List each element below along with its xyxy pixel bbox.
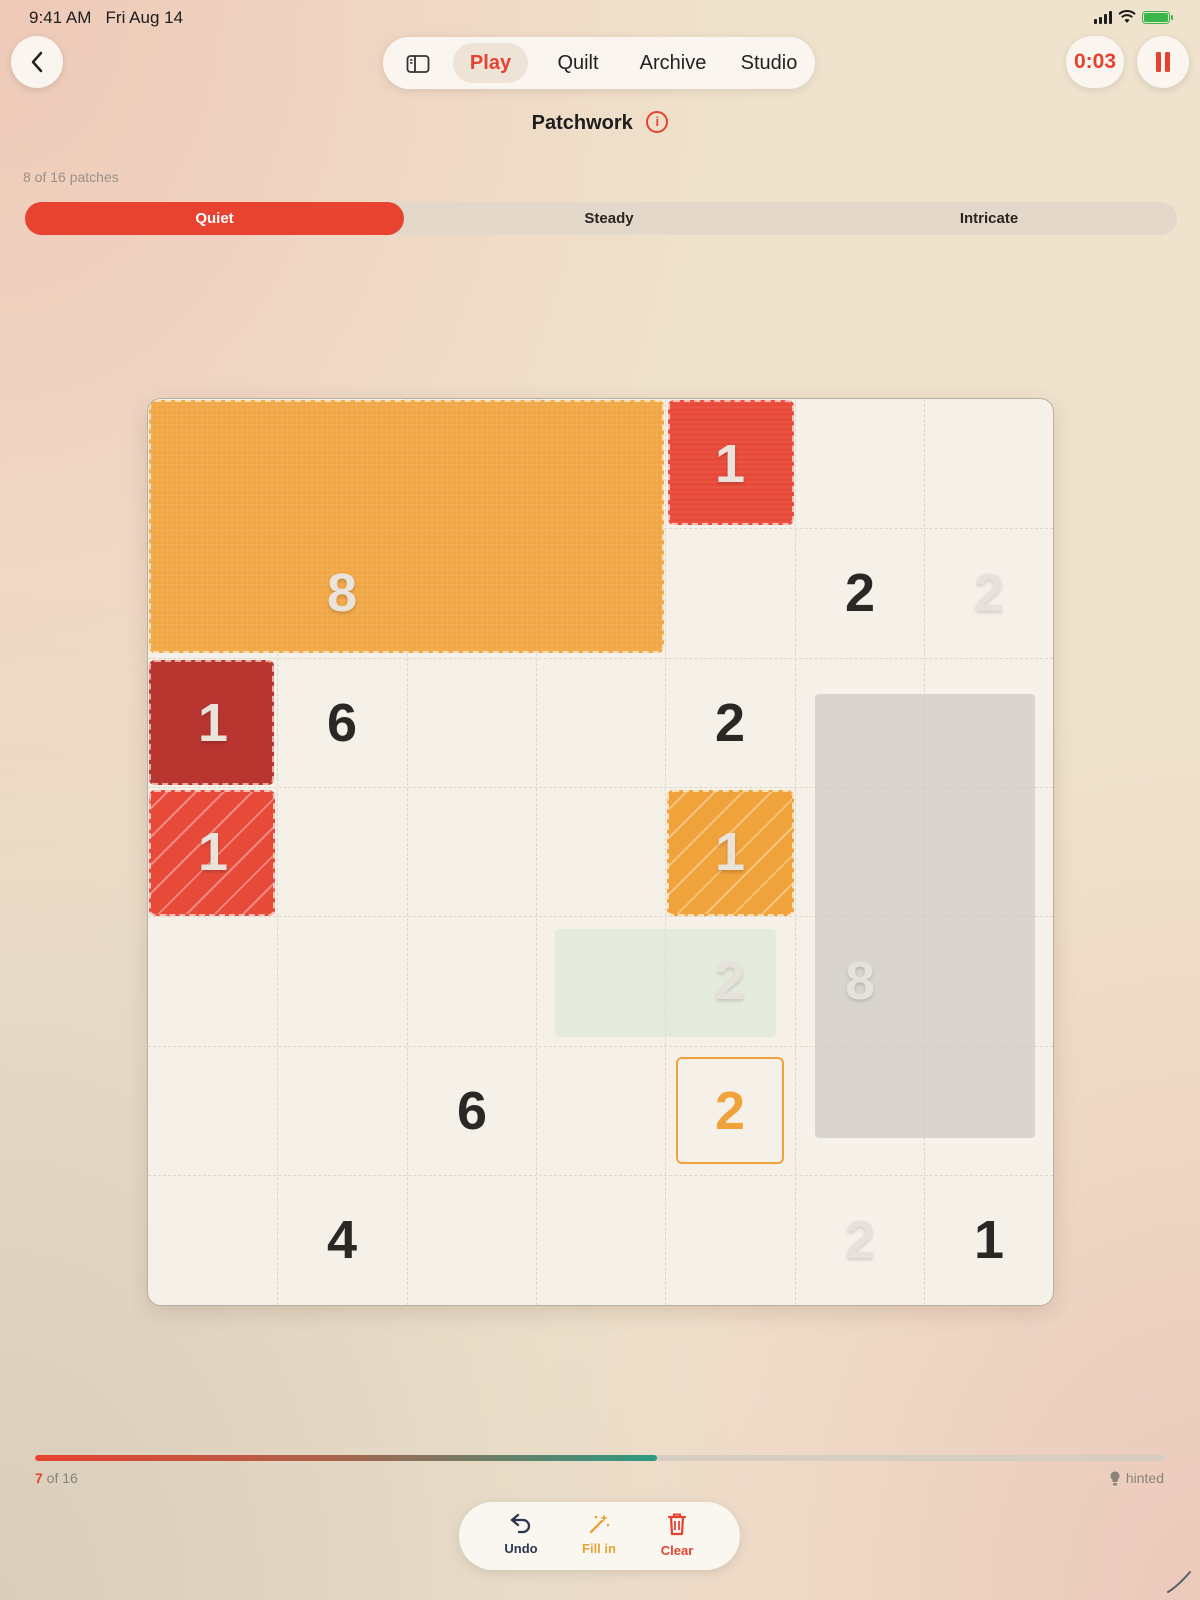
clue-r4-c4: 2 <box>714 951 746 1011</box>
hint-label: hinted <box>1125 1470 1164 1486</box>
sidebar-icon <box>406 54 430 73</box>
clue-r3-c4: 1 <box>714 822 746 882</box>
clear-label: Clear <box>660 1543 694 1558</box>
clue-r2-c0: 1 <box>197 693 229 753</box>
difficulty-intricate[interactable]: Intricate <box>801 202 1177 235</box>
battery-charging-icon <box>1142 10 1173 24</box>
patch-count-label: 8 of 16 patches <box>23 169 119 185</box>
progress-current: 7 <box>35 1470 43 1486</box>
tab-studio[interactable]: Studio <box>728 43 810 83</box>
progress-total: of 16 <box>42 1470 78 1486</box>
puzzle-board[interactable]: 8 1 2 2 1 6 2 1 1 2 8 6 2 4 2 1 <box>147 398 1054 1306</box>
clue-r6-c5: 2 <box>844 1210 876 1270</box>
tab-play[interactable]: Play <box>453 43 528 83</box>
puzzle-title: Patchwork i <box>0 110 1200 135</box>
clue-r2-c1: 6 <box>326 693 358 753</box>
pause-icon <box>1156 52 1170 72</box>
progress-bar-fill <box>35 1455 657 1461</box>
clue-r0-c4: 1 <box>714 434 746 494</box>
progress-bar <box>35 1455 1165 1461</box>
clue-r0-c2: 8 <box>326 563 358 623</box>
clue-r4-c5: 8 <box>844 951 876 1011</box>
undo-icon <box>510 1513 531 1534</box>
progress-label: 7 of 16 <box>35 1470 78 1486</box>
hint-indicator: hinted <box>1110 1470 1164 1486</box>
undo-label: Undo <box>504 1541 538 1556</box>
back-button[interactable] <box>11 36 63 88</box>
difficulty-quiet[interactable]: Quiet <box>25 202 404 235</box>
tab-archive[interactable]: Archive <box>623 43 723 83</box>
clue-r6-c6: 1 <box>973 1210 1005 1270</box>
clue-r1-c5: 2 <box>844 563 876 623</box>
status-icons <box>1094 10 1173 24</box>
clue-r5-c4: 2 <box>714 1081 746 1141</box>
status-clock: 9:41 AM <box>29 8 92 27</box>
clue-r2-c4: 2 <box>714 693 746 753</box>
sidebar-toggle-button[interactable] <box>395 43 441 83</box>
clue-r5-c2: 6 <box>456 1081 488 1141</box>
clue-r3-c0: 1 <box>197 822 229 882</box>
magic-wand-icon <box>589 1514 610 1534</box>
tab-quilt[interactable]: Quilt <box>538 43 618 83</box>
info-icon[interactable]: i <box>646 110 669 133</box>
action-toolbar: Undo Fill in Clear <box>459 1502 740 1570</box>
status-date: Fri Aug 14 <box>105 8 184 27</box>
pencil-hover-icon <box>1167 1571 1191 1593</box>
status-time: 9:41 AM Fri Aug 14 <box>29 8 183 28</box>
clear-button[interactable]: Clear <box>637 1512 717 1558</box>
puzzle-title-text: Patchwork <box>531 112 633 134</box>
difficulty-steady[interactable]: Steady <box>417 202 801 235</box>
mode-tab-bar: Play Quilt Archive Studio <box>383 37 815 89</box>
fill-in-button[interactable]: Fill in <box>559 1512 639 1556</box>
clue-r6-c1: 4 <box>326 1210 358 1270</box>
pause-button[interactable] <box>1137 36 1189 88</box>
lightbulb-icon <box>1110 1471 1120 1485</box>
difficulty-selector: Quiet Steady Intricate <box>25 202 1177 235</box>
chevron-left-icon <box>31 51 43 73</box>
clue-r1-c6: 2 <box>973 563 1005 623</box>
fill-in-label: Fill in <box>582 1541 616 1556</box>
timer-display[interactable]: 0:03 <box>1066 36 1124 88</box>
undo-button[interactable]: Undo <box>481 1512 561 1556</box>
wifi-icon <box>1118 10 1136 23</box>
cellular-signal-icon <box>1094 10 1112 24</box>
trash-icon <box>667 1513 687 1536</box>
